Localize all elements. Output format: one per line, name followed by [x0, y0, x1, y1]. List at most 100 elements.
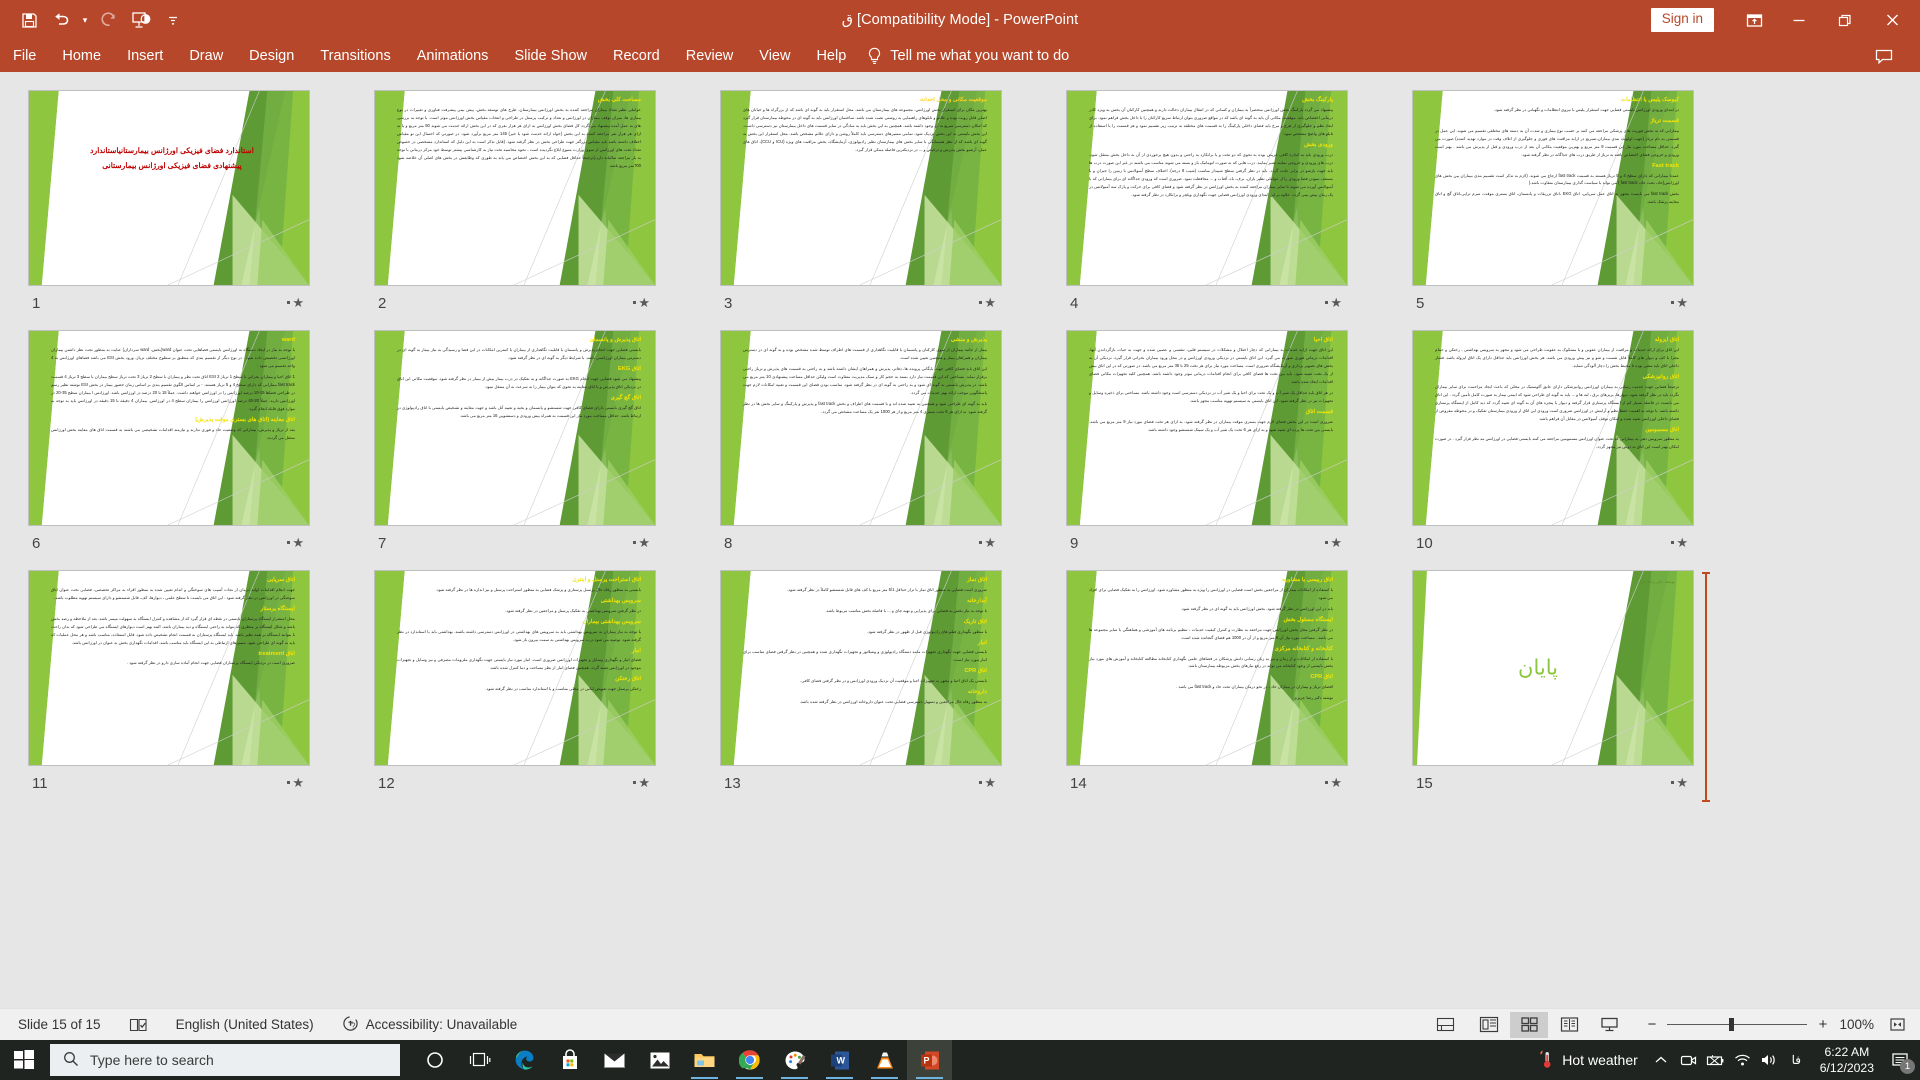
cortana-icon[interactable] — [412, 1040, 457, 1080]
start-button[interactable] — [0, 1040, 48, 1080]
slide-thumbnail-cell[interactable]: اتاق استراحت پرسنل و اینترن بایستی به من… — [374, 570, 656, 810]
transition-star-icon[interactable]: ★ — [979, 535, 996, 551]
save-icon[interactable] — [14, 6, 44, 34]
slide-thumbnail-cell[interactable]: نوشته دکتر رضا عزیز پایان 15 ★ — [1412, 570, 1710, 810]
normal-view-button[interactable] — [1470, 1012, 1508, 1038]
transition-star-icon[interactable]: ★ — [979, 775, 996, 791]
slide-thumbnail-cell[interactable]: مساحت کلی بخش عواملی نظیر تعداد بیماران … — [374, 90, 656, 330]
weather-widget[interactable]: Hot weather — [1530, 1049, 1647, 1072]
slide-counter[interactable]: Slide 15 of 15 — [4, 1009, 115, 1041]
tab-review[interactable]: Review — [673, 40, 747, 72]
close-button[interactable] — [1868, 4, 1916, 36]
transition-star-icon[interactable]: ★ — [1671, 535, 1688, 551]
mail-icon[interactable] — [592, 1040, 637, 1080]
sign-in-button[interactable]: Sign in — [1650, 8, 1714, 32]
zoom-level-label[interactable]: 100% — [1839, 1017, 1880, 1032]
notification-center-icon[interactable]: 1 — [1884, 1040, 1916, 1080]
undo-dropdown-icon[interactable]: ▾ — [78, 6, 92, 34]
slide-thumbnail[interactable]: مساحت کلی بخش عواملی نظیر تعداد بیماران … — [374, 90, 656, 286]
file-explorer-icon[interactable] — [682, 1040, 727, 1080]
transition-star-icon[interactable]: ★ — [633, 535, 650, 551]
customize-qat-icon[interactable] — [158, 6, 188, 34]
chrome-icon[interactable] — [727, 1040, 772, 1080]
tab-insert[interactable]: Insert — [114, 40, 176, 72]
slide-thumbnail[interactable]: پذیرش و منشی بیمار از جانبه بیماران از س… — [720, 330, 1002, 526]
tab-home[interactable]: Home — [49, 40, 114, 72]
vlc-icon[interactable] — [862, 1040, 907, 1080]
minimize-button[interactable] — [1776, 4, 1822, 36]
spell-check-icon[interactable] — [115, 1009, 162, 1041]
reading-view-button[interactable] — [1550, 1012, 1588, 1038]
tab-transitions[interactable]: Transitions — [307, 40, 403, 72]
language-status[interactable]: English (United States) — [162, 1009, 328, 1041]
tab-design[interactable]: Design — [236, 40, 307, 72]
microsoft-store-icon[interactable] — [547, 1040, 592, 1080]
transition-star-icon[interactable]: ★ — [1325, 295, 1342, 311]
slide-thumbnail-cell[interactable]: اتاق رییسی یا مشاوره با استفاده از امکان… — [1066, 570, 1348, 810]
transition-star-icon[interactable]: ★ — [1671, 775, 1688, 791]
photos-icon[interactable] — [637, 1040, 682, 1080]
tab-draw[interactable]: Draw — [176, 40, 236, 72]
slide-thumbnail[interactable]: موقعیت مکانی و محل احداث بهترین مکان برا… — [720, 90, 1002, 286]
redo-icon[interactable] — [94, 6, 124, 34]
tab-file[interactable]: File — [0, 40, 49, 72]
slide-thumbnail-cell[interactable]: پارکینگ بخش پیشنهاد می گردد پارکینگ بخش … — [1066, 90, 1348, 330]
slide-thumbnail[interactable]: استاندارد فضای فیزیکی اورژانس بیمارستانی… — [28, 90, 310, 286]
restore-button[interactable] — [1822, 4, 1868, 36]
slide-thumbnail-cell[interactable]: پذیرش و منشی بیمار از جانبه بیماران از س… — [720, 330, 1002, 570]
zoom-in-button[interactable]: + — [1816, 1016, 1829, 1033]
undo-icon[interactable] — [46, 6, 76, 34]
slide-thumbnail-cell[interactable]: اتاق سرپایی جهت انجام اقدامات اولیه درما… — [28, 570, 310, 810]
transition-star-icon[interactable]: ★ — [1671, 295, 1688, 311]
slide-sorter-workspace[interactable]: استاندارد فضای فیزیکی اورژانس بیمارستانی… — [0, 72, 1920, 1008]
tab-help[interactable]: Help — [803, 40, 859, 72]
fit-to-window-button[interactable] — [1880, 1012, 1914, 1038]
slide-thumbnail[interactable]: نوشته دکتر رضا عزیز پایان — [1412, 570, 1694, 766]
slide-thumbnail[interactable]: اتاق احیا این اتاق جهت ارایه خدمات به بی… — [1066, 330, 1348, 526]
slide-thumbnail[interactable]: اتاق پذیرش و پانسمان بایستی فضایی جهت ان… — [374, 330, 656, 526]
slide-show-button[interactable] — [1590, 1012, 1628, 1038]
taskbar-clock[interactable]: 6:22 AM 6/12/2023 — [1810, 1044, 1884, 1076]
accessibility-status[interactable]: ? Accessibility: Unavailable — [328, 1009, 532, 1041]
slide-thumbnail-cell[interactable]: اتاق نماز ضروری است فضایی به منظور اتاق … — [720, 570, 1002, 810]
slide-thumbnail-cell[interactable]: اتاق پذیرش و پانسمان بایستی فضایی جهت ان… — [374, 330, 656, 570]
slide-thumbnail-cell[interactable]: استاندارد فضای فیزیکی اورژانس بیمارستانی… — [28, 90, 310, 330]
slide-thumbnail[interactable]: اتاق نماز ضروری است فضایی به منظور اتاق … — [720, 570, 1002, 766]
transition-star-icon[interactable]: ★ — [1325, 535, 1342, 551]
tab-view[interactable]: View — [746, 40, 803, 72]
transition-star-icon[interactable]: ★ — [633, 775, 650, 791]
battery-icon[interactable] — [1702, 1040, 1729, 1080]
taskbar-search-box[interactable]: Type here to search — [50, 1044, 400, 1076]
slide-sorter-view-button[interactable] — [1510, 1011, 1549, 1038]
slide-thumbnail-cell[interactable]: اتاق ایزوله این اتاق برای ارائه خدمات و … — [1412, 330, 1694, 570]
slide-thumbnail[interactable]: ward با توجه به نیاز در ایجاد دستگاه به … — [28, 330, 310, 526]
tab-record[interactable]: Record — [600, 40, 673, 72]
task-view-icon[interactable] — [457, 1040, 502, 1080]
word-icon[interactable]: W — [817, 1040, 862, 1080]
zoom-control[interactable]: − + — [1629, 1016, 1839, 1033]
comments-icon[interactable] — [1862, 38, 1906, 74]
paint-icon[interactable] — [772, 1040, 817, 1080]
transition-star-icon[interactable]: ★ — [287, 295, 304, 311]
transition-star-icon[interactable]: ★ — [979, 295, 996, 311]
zoom-slider[interactable] — [1667, 1018, 1808, 1031]
transition-star-icon[interactable]: ★ — [287, 775, 304, 791]
slide-thumbnail-cell[interactable]: موقعیت مکانی و محل احداث بهترین مکان برا… — [720, 90, 1002, 330]
slide-thumbnail-cell[interactable]: ward با توجه به نیاز در ایجاد دستگاه به … — [28, 330, 310, 570]
slide-thumbnail[interactable]: اتاق سرپایی جهت انجام اقدامات اولیه درما… — [28, 570, 310, 766]
slide-thumbnail[interactable]: پارکینگ بخش پیشنهاد می گردد پارکینگ بخش … — [1066, 90, 1348, 286]
tab-slide-show[interactable]: Slide Show — [501, 40, 600, 72]
transition-star-icon[interactable]: ★ — [287, 535, 304, 551]
tell-me-search[interactable]: Tell me what you want to do — [867, 40, 1069, 72]
edge-icon[interactable] — [502, 1040, 547, 1080]
notes-button[interactable] — [1422, 1009, 1469, 1041]
slide-thumbnail[interactable]: اتاق رییسی یا مشاوره با استفاده از امکان… — [1066, 570, 1348, 766]
transition-star-icon[interactable]: ★ — [633, 295, 650, 311]
slide-thumbnail[interactable]: اتاق ایزوله این اتاق برای ارائه خدمات و … — [1412, 330, 1694, 526]
camera-icon[interactable] — [1675, 1040, 1702, 1080]
zoom-slider-thumb[interactable] — [1729, 1018, 1735, 1031]
slide-thumbnail[interactable]: اتاق استراحت پرسنل و اینترن بایستی به من… — [374, 570, 656, 766]
network-icon[interactable] — [1729, 1040, 1756, 1080]
start-presentation-icon[interactable] — [126, 6, 156, 34]
powerpoint-icon[interactable]: P — [907, 1040, 952, 1080]
